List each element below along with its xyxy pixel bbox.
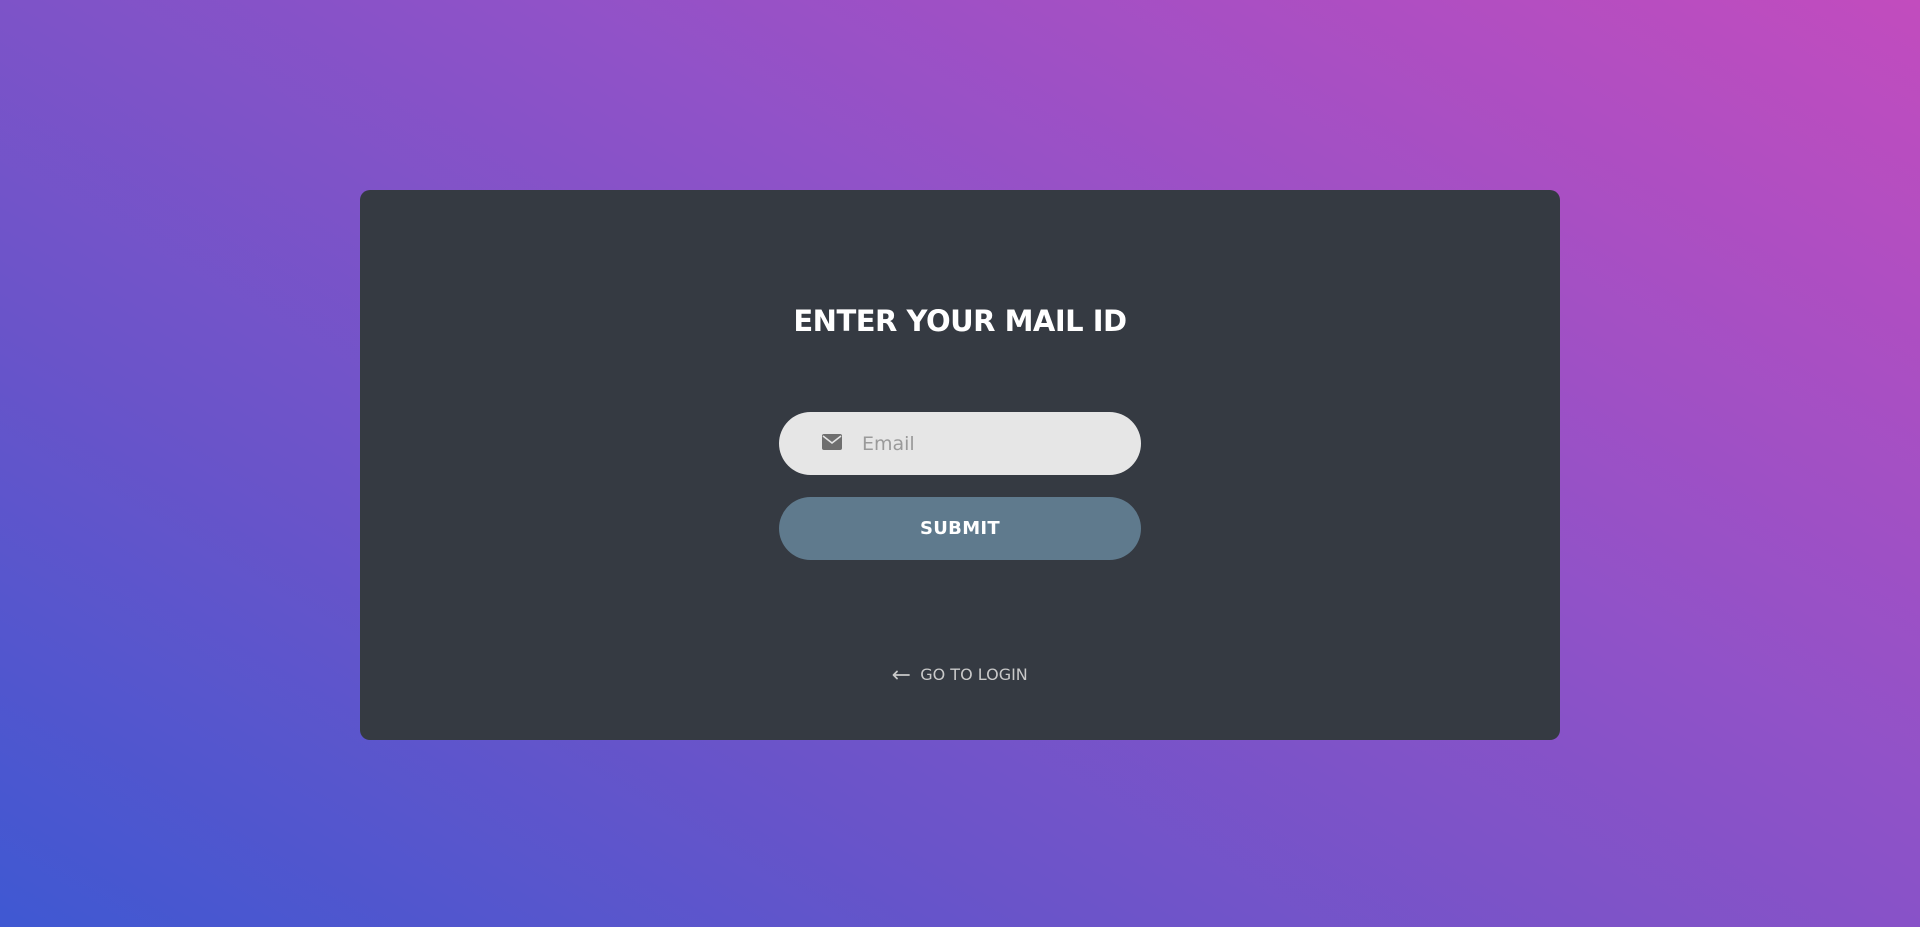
envelope-icon [822,434,842,450]
email-input[interactable] [862,412,1122,475]
long-arrow-left-icon [892,670,911,679]
go-to-login-link[interactable]: GO TO LOGIN [0,665,1920,684]
go-to-login-label: GO TO LOGIN [920,665,1028,684]
email-field-wrapper[interactable] [779,412,1141,475]
submit-button[interactable]: SUBMIT [779,497,1141,560]
form-title: ENTER YOUR MAIL ID [793,304,1127,338]
